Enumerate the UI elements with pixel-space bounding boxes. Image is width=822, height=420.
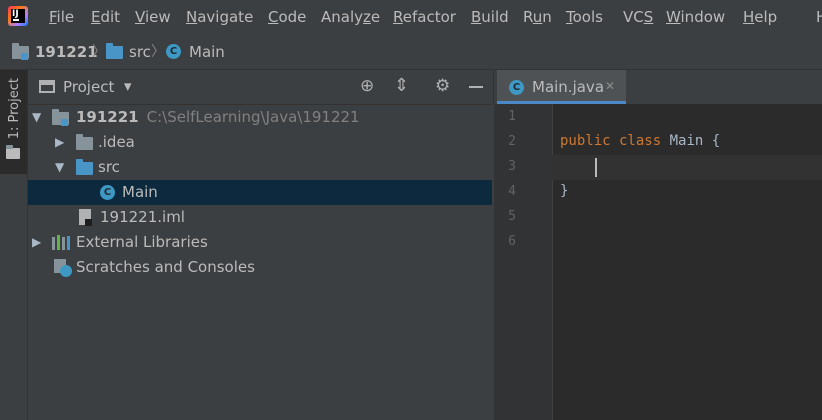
java-class-icon: C (100, 185, 115, 200)
clock-icon (60, 265, 72, 277)
folder-icon (6, 145, 20, 159)
source-folder-icon (76, 159, 93, 175)
menu-item-0[interactable]: File (49, 8, 74, 26)
code-line-4[interactable]: } (560, 183, 568, 199)
current-line-highlight (552, 155, 822, 180)
menu-item-6[interactable]: Refactor (393, 8, 456, 26)
menu-item-8[interactable]: Run (523, 8, 552, 26)
close-icon[interactable]: ✕ (605, 79, 615, 93)
menu-item-5[interactable]: Analyze (321, 8, 380, 26)
panel-title[interactable]: Project (63, 78, 114, 96)
menu-item-11[interactable]: Window (666, 8, 725, 26)
tree-item-src[interactable]: ▼ src (28, 155, 492, 180)
tree-item-label: External Libraries (76, 233, 208, 251)
breadcrumb-project[interactable]: 191221 (35, 43, 98, 61)
library-icon (52, 235, 70, 250)
menu-item-13[interactable]: H (816, 8, 822, 26)
minimize-icon[interactable] (469, 86, 483, 88)
tree-item-label: src (98, 158, 120, 176)
java-class-icon: C (166, 44, 181, 59)
menu-item-9[interactable]: Tools (566, 8, 603, 26)
menu-item-3[interactable]: Navigate (186, 8, 253, 26)
menu-item-2[interactable]: View (135, 8, 171, 26)
iml-file-icon (79, 209, 92, 226)
menu-item-7[interactable]: Build (471, 8, 509, 26)
menu-item-4[interactable]: Code (268, 8, 306, 26)
tree-item-idea[interactable]: ▶ .idea (28, 130, 492, 155)
navigation-bar: 191221 〉 src 〉 C Main (0, 35, 822, 70)
line-number: 1 (508, 109, 516, 124)
project-view-icon (39, 80, 55, 93)
breadcrumb-file[interactable]: Main (189, 43, 225, 61)
view-dropdown-icon[interactable]: ▾ (124, 77, 132, 95)
tree-item-external-libraries[interactable]: ▶ External Libraries (28, 230, 492, 255)
breadcrumb-folder[interactable]: src (129, 43, 151, 61)
code-line-2[interactable]: public class Main { (560, 133, 720, 149)
editor-tab-main-java[interactable]: C Main.java ✕ (497, 70, 626, 104)
tree-item-label: Main (122, 183, 158, 201)
tree-item-main[interactable]: C Main (28, 180, 492, 205)
tool-window-tab-project[interactable]: 1: Project (0, 70, 27, 174)
root-name: 191221 (76, 108, 139, 126)
tree-item-label: Scratches and Consoles (76, 258, 255, 276)
collapsed-arrow-icon[interactable]: ▶ (32, 235, 41, 249)
gear-icon[interactable]: ⚙ (435, 76, 450, 96)
intellij-logo-icon[interactable]: IJ (8, 6, 28, 26)
chevron-right-icon: 〉 (151, 44, 165, 60)
module-folder-icon (52, 109, 69, 126)
left-tool-strip: 1: Project (0, 70, 28, 420)
project-tree: ▼ 191221 C:\SelfLearning\Java\191221 ▶ .i… (28, 105, 492, 420)
line-number: 2 (508, 134, 516, 149)
menu-bar: IJ File Edit View Navigate Code Analyze Refact… (0, 0, 822, 34)
code-keyword: public class (560, 133, 662, 149)
code-text: Main { (661, 133, 721, 149)
tree-item-iml[interactable]: 191221.iml (28, 205, 492, 230)
menu-item-1[interactable]: Edit (91, 8, 120, 26)
project-panel-header: Project ▾ ⊕ ⇕ ⚙ (28, 70, 492, 105)
menu-item-12[interactable]: Help (743, 8, 777, 26)
expanded-arrow-icon[interactable]: ▼ (32, 110, 41, 124)
chevron-right-icon: 〉 (92, 44, 106, 60)
line-number: 3 (508, 159, 516, 174)
tab-label: Main.java (532, 78, 605, 96)
code-editor[interactable]: 1 2 3 4 5 6 public class Main { } (494, 104, 822, 420)
locate-target-icon[interactable]: ⊕ (360, 76, 374, 96)
collapsed-arrow-icon[interactable]: ▶ (55, 135, 64, 149)
menu-item-10[interactable]: VCS (623, 8, 653, 26)
java-class-icon: C (509, 80, 524, 95)
tree-item-label: 191221.iml (100, 208, 185, 226)
line-number: 6 (508, 234, 516, 249)
editor-tab-bar: C Main.java ✕ (493, 70, 822, 104)
expanded-arrow-icon[interactable]: ▼ (55, 160, 64, 174)
tool-window-tab-label: 1: Project (7, 78, 22, 140)
tree-item-scratches[interactable]: Scratches and Consoles (28, 255, 492, 280)
tree-item-label: .idea (98, 133, 135, 151)
text-caret (595, 158, 597, 177)
module-folder-icon (12, 43, 29, 60)
collapse-all-icon[interactable]: ⇕ (394, 75, 409, 96)
source-folder-icon (106, 43, 123, 59)
tree-item-root[interactable]: ▼ 191221 C:\SelfLearning\Java\191221 (28, 105, 492, 130)
root-path: C:\SelfLearning\Java\191221 (146, 108, 360, 126)
line-number: 4 (508, 184, 516, 199)
folder-icon (76, 134, 93, 150)
line-number: 5 (508, 209, 516, 224)
line-number-gutter (494, 104, 553, 420)
